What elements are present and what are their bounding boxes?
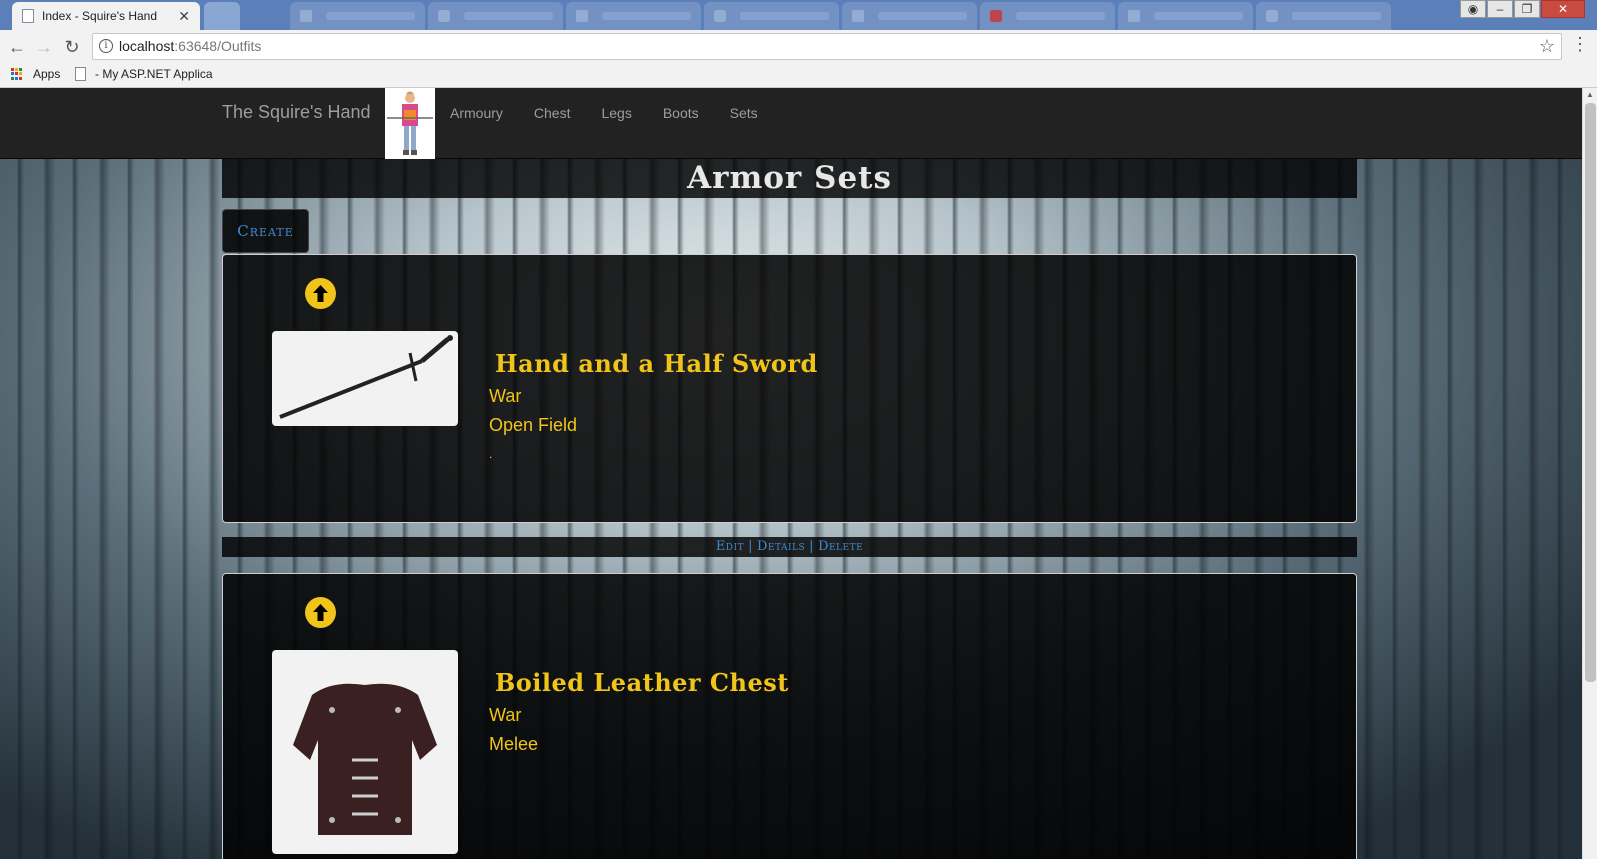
info-icon[interactable]: i xyxy=(99,39,113,53)
bookmark-label: Apps xyxy=(33,67,61,81)
new-tab-button[interactable] xyxy=(204,2,240,30)
window-close-icon[interactable]: ✕ xyxy=(1541,0,1585,18)
nav-link-chest[interactable]: Chest xyxy=(534,105,571,121)
bookmark-star-icon[interactable]: ☆ xyxy=(1539,34,1555,59)
nav-link-sets[interactable]: Sets xyxy=(730,105,758,121)
page-icon xyxy=(75,67,86,81)
browser-tab[interactable] xyxy=(1118,2,1253,30)
browser-tabstrip: Index - Squire's Hand ✕ ◉ – ❐ ✕ xyxy=(0,0,1597,30)
item-type: Melee xyxy=(489,734,539,754)
browser-tab[interactable] xyxy=(842,2,977,30)
armor-set-card: Hand and a Half Sword War Open Field . xyxy=(222,254,1357,523)
url-path: :63648/Outfits xyxy=(174,38,262,54)
leather-chest-image xyxy=(272,650,458,854)
back-icon[interactable]: ← xyxy=(6,36,28,58)
browser-menu-icon[interactable]: ⋮ xyxy=(1571,34,1589,55)
item-category: War xyxy=(489,705,522,725)
edit-link[interactable]: Edit xyxy=(716,539,744,554)
action-separator: | xyxy=(809,539,815,554)
browser-tab[interactable] xyxy=(428,2,563,30)
browser-tab[interactable] xyxy=(290,2,425,30)
main-nav: Armoury Chest Legs Boots Sets xyxy=(450,105,758,121)
maximize-icon[interactable]: ❐ xyxy=(1514,0,1540,18)
armor-set-card: Boiled Leather Chest War Melee xyxy=(222,573,1357,859)
tab-title: Index - Squire's Hand xyxy=(42,9,158,23)
scroll-up-icon[interactable]: ▲ xyxy=(1586,90,1594,99)
browser-tab-active[interactable]: Index - Squire's Hand ✕ xyxy=(12,2,200,30)
address-bar-row: ← → ↻ i localhost:63648/Outfits ☆ ⋮ xyxy=(0,30,1597,64)
browser-tab[interactable] xyxy=(566,2,701,30)
url-input[interactable]: i localhost:63648/Outfits ☆ xyxy=(92,33,1562,60)
bookmark-item[interactable]: - My ASP.NET Applica xyxy=(75,67,213,81)
bookmark-apps[interactable]: Apps xyxy=(11,67,60,81)
item-name: Hand and a Half Sword xyxy=(495,349,818,378)
reload-icon[interactable]: ↻ xyxy=(61,36,83,58)
item-actions: Edit | Details | Delete xyxy=(222,537,1357,557)
content-container: Armor Sets Create Hand and a Half Sword … xyxy=(222,159,1357,859)
site-brand[interactable]: The Squire's Hand xyxy=(222,102,371,123)
window-controls: ◉ – ❐ ✕ xyxy=(1459,0,1585,18)
item-category: War xyxy=(489,386,522,406)
nav-link-armoury[interactable]: Armoury xyxy=(450,105,503,121)
bookmarks-bar: Apps - My ASP.NET Applica xyxy=(0,64,1597,88)
details-link[interactable]: Details xyxy=(757,539,805,554)
nav-link-boots[interactable]: Boots xyxy=(663,105,699,121)
page-icon xyxy=(22,9,34,23)
browser-tab[interactable] xyxy=(704,2,839,30)
nav-link-legs[interactable]: Legs xyxy=(601,105,631,121)
squire-logo xyxy=(385,88,435,159)
url-host: localhost xyxy=(119,38,175,54)
apps-grid-icon xyxy=(11,68,23,80)
site-navbar: The Squire's Hand Armoury Chest Legs Boo… xyxy=(0,88,1582,159)
sword-image xyxy=(272,331,458,426)
page-title: Armor Sets xyxy=(222,159,1357,198)
create-button[interactable]: Create xyxy=(222,209,309,253)
item-name: Boiled Leather Chest xyxy=(495,668,789,697)
browser-tab[interactable] xyxy=(980,2,1115,30)
page-scrollbar[interactable]: ▲ xyxy=(1582,88,1597,859)
arrow-up-icon[interactable] xyxy=(305,597,336,628)
item-type: Open Field xyxy=(489,415,578,435)
bookmark-label: - My ASP.NET Applica xyxy=(95,67,213,81)
minimize-icon[interactable]: – xyxy=(1487,0,1513,18)
forward-icon[interactable]: → xyxy=(33,36,55,58)
scrollbar-thumb[interactable] xyxy=(1585,103,1596,682)
action-separator: | xyxy=(748,539,753,554)
item-extra: . xyxy=(489,447,493,461)
close-icon[interactable]: ✕ xyxy=(178,8,190,25)
delete-link[interactable]: Delete xyxy=(818,539,863,554)
browser-tab[interactable] xyxy=(1256,2,1391,30)
user-icon[interactable]: ◉ xyxy=(1460,0,1486,18)
arrow-up-icon[interactable] xyxy=(305,278,336,309)
